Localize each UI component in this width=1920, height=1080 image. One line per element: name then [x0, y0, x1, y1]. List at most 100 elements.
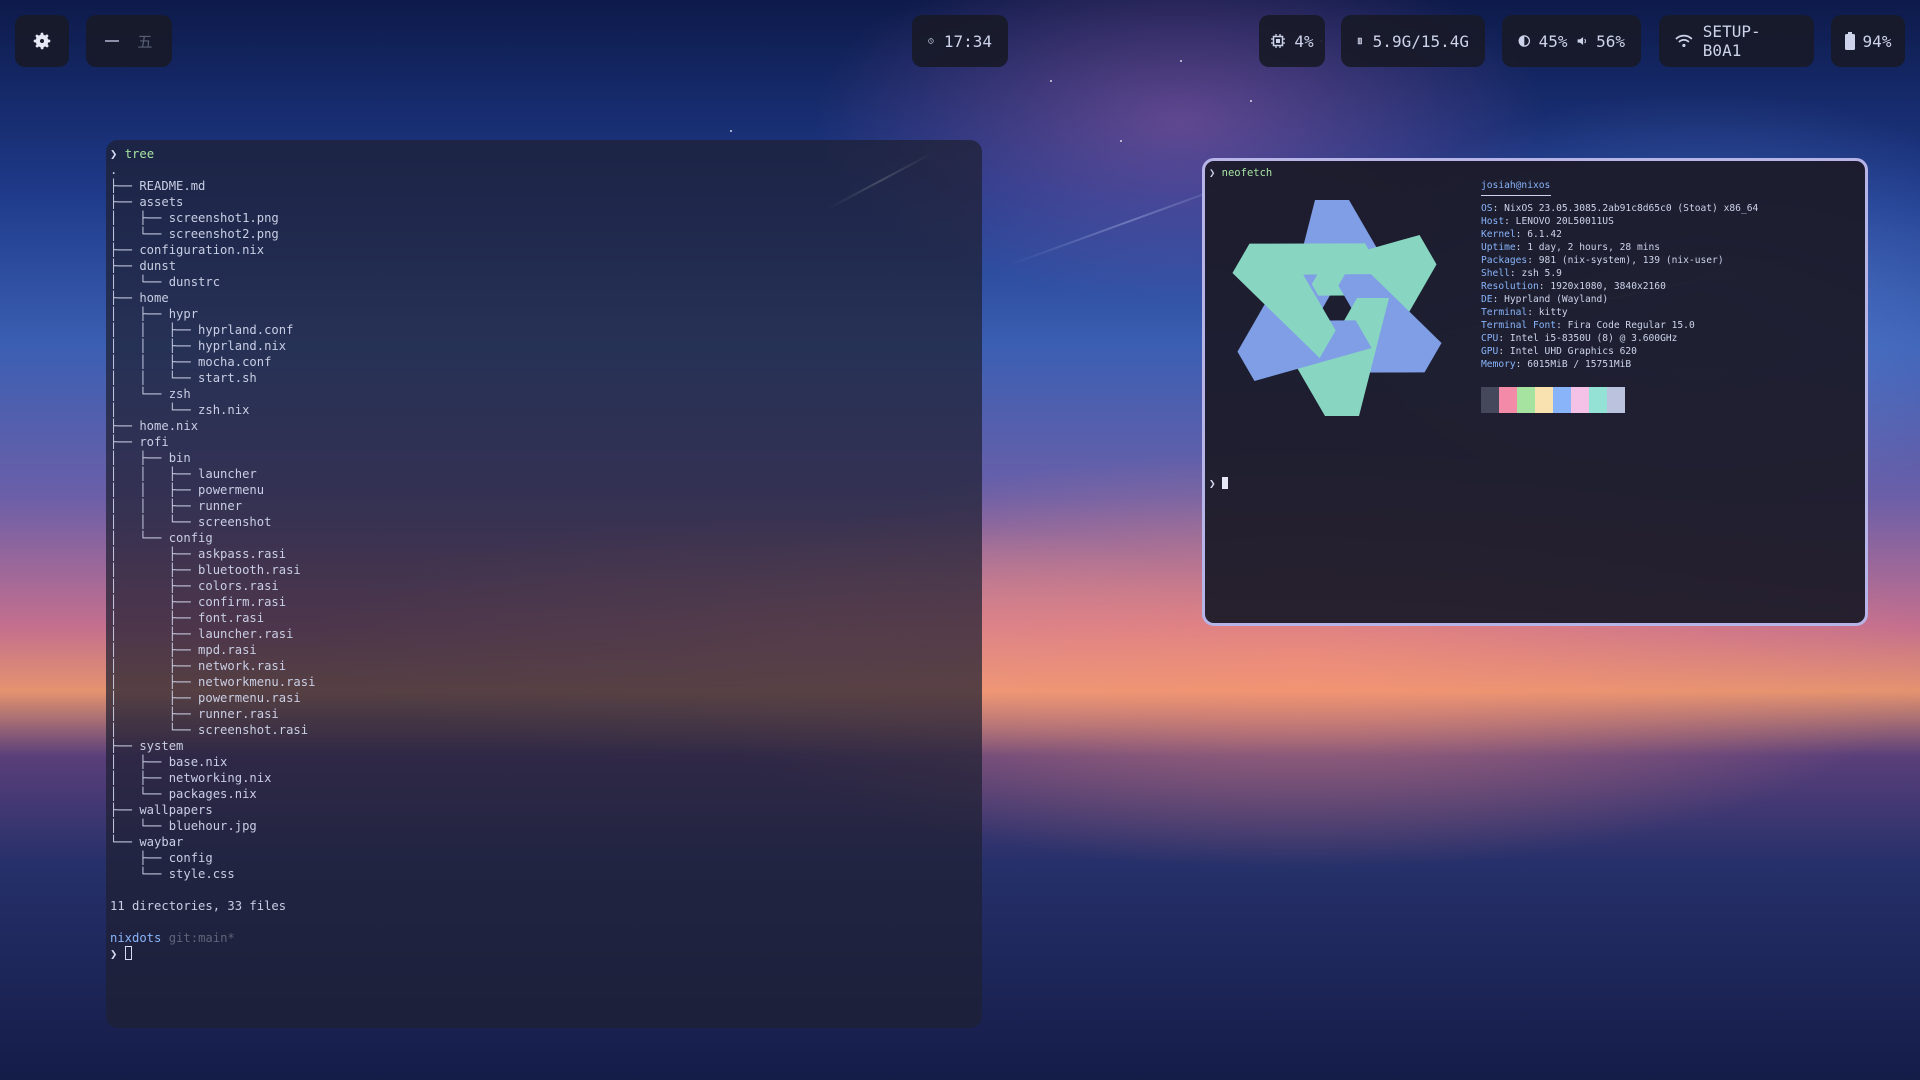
- tree-line: .: [110, 163, 118, 177]
- info-row: DE: Hyprland (Wayland): [1481, 294, 1609, 305]
- neofetch-command: neofetch: [1221, 167, 1273, 179]
- tree-line: ├── dunst: [110, 259, 177, 273]
- tree-line: │ ├── bluetooth.rasi: [110, 563, 301, 577]
- network-ssid: SETUP-B0A1: [1702, 22, 1761, 60]
- star: [1180, 60, 1182, 62]
- tree-line: └── waybar: [110, 835, 184, 849]
- brightness-level[interactable]: 45%: [1539, 32, 1568, 51]
- terminal-cursor[interactable]: [1221, 477, 1228, 489]
- brightness-icon[interactable]: [1518, 33, 1531, 49]
- brightness-volume-module: 45% 56%: [1502, 15, 1641, 67]
- tree-line: │ │ └── screenshot: [110, 515, 272, 529]
- tree-line: │ ├── screenshot1.png: [110, 211, 279, 225]
- info-key: Host: [1481, 216, 1505, 227]
- info-value: 1920x1080, 3840x2160: [1550, 281, 1666, 292]
- tree-line: │ │ ├── mocha.conf: [110, 355, 272, 369]
- info-row: GPU: Intel UHD Graphics 620: [1481, 346, 1637, 357]
- info-row: Terminal Font: Fira Code Regular 15.0: [1481, 320, 1695, 331]
- tree-line: │ └── packages.nix: [110, 787, 257, 801]
- info-value: 981 (nix-system), 139 (nix-user): [1538, 255, 1724, 266]
- tree-line: │ └── config: [110, 531, 213, 545]
- tree-lines: . ├── README.md ├── assets │ ├── screens…: [110, 163, 315, 913]
- workspace-item[interactable]: 五: [137, 31, 152, 52]
- info-key: DE: [1481, 294, 1493, 305]
- tree-line: ├── README.md: [110, 179, 206, 193]
- info-key: CPU: [1481, 333, 1499, 344]
- info-value: LENOVO 20L50011US: [1515, 216, 1614, 227]
- info-key: GPU: [1481, 346, 1499, 357]
- memory-usage: 5.9G/15.4G: [1372, 31, 1469, 51]
- info-value: Intel UHD Graphics 620: [1509, 346, 1637, 357]
- tree-line: ├── config: [139, 851, 213, 865]
- neofetch-input-prompt: ❯: [1209, 477, 1228, 490]
- network-module[interactable]: SETUP-B0A1: [1659, 15, 1814, 67]
- info-row: Packages: 981 (nix-system), 139 (nix-use…: [1481, 255, 1724, 266]
- info-row: Resolution: 1920x1080, 3840x2160: [1481, 281, 1666, 292]
- palette-swatch: [1571, 387, 1589, 413]
- cpu-icon: [1271, 34, 1286, 48]
- tree-line: ├── home: [110, 291, 169, 305]
- info-row: Shell: zsh 5.9: [1481, 268, 1562, 279]
- cpu-module[interactable]: 4%: [1259, 15, 1325, 67]
- wifi-icon: [1675, 34, 1693, 48]
- info-key: Resolution: [1481, 281, 1539, 292]
- tree-output: ❯ tree . ├── README.md ├── assets │ ├── …: [110, 146, 315, 962]
- info-row: Kernel: 6.1.42: [1481, 229, 1562, 240]
- system-info: josiah@nixos OS: NixOS 23.05.3085.2ab91c…: [1481, 179, 1758, 413]
- palette-swatch: [1481, 387, 1499, 413]
- tree-line: ├── system: [110, 739, 184, 753]
- tree-line: ├── rofi: [110, 435, 169, 449]
- star: [1250, 100, 1252, 102]
- info-key: Shell: [1481, 268, 1510, 279]
- info-row: CPU: Intel i5-8350U (8) @ 3.600GHz: [1481, 333, 1678, 344]
- volume-level[interactable]: 56%: [1596, 32, 1625, 51]
- battery-icon: [1844, 32, 1855, 50]
- palette-swatch: [1535, 387, 1553, 413]
- info-key: Terminal Font: [1481, 320, 1557, 331]
- palette-swatch: [1589, 387, 1607, 413]
- tree-line: ├── assets: [110, 195, 184, 209]
- tree-line: │ └── dunstrc: [110, 275, 221, 289]
- tree-line: │ ├── colors.rasi: [110, 579, 279, 593]
- info-value: 6015MiB / 15751MiB: [1527, 359, 1632, 370]
- tree-line: │ ├── bin: [110, 451, 191, 465]
- memory-icon: [1357, 37, 1362, 45]
- clock-module[interactable]: 17:34: [912, 15, 1008, 67]
- tree-line: │ │ ├── hyprland.nix: [110, 339, 287, 353]
- info-lines: OS: NixOS 23.05.3085.2ab91c8d65c0 (Stoat…: [1481, 202, 1758, 371]
- terminal-neofetch-window[interactable]: ❯ neofetch josiah@nixos OS: NixOS 23.05.…: [1202, 158, 1868, 626]
- cpu-usage: 4%: [1294, 31, 1314, 51]
- terminal-cursor[interactable]: [124, 946, 132, 960]
- info-key: Kernel: [1481, 229, 1516, 240]
- tree-line: │ ├── confirm.rasi: [110, 595, 287, 609]
- tree-line: │ ├── mpd.rasi: [110, 643, 257, 657]
- workspaces: 五: [86, 15, 172, 67]
- prompt-arrow: ❯: [1209, 167, 1222, 179]
- tree-line: │ │ ├── powermenu: [110, 483, 265, 497]
- info-value: kitty: [1538, 307, 1568, 318]
- neofetch-prompt: ❯ neofetch: [1209, 167, 1272, 179]
- tree-line: 11 directories, 33 files: [110, 899, 287, 913]
- tree-line: │ └── bluehour.jpg: [110, 819, 257, 833]
- clock-icon: [928, 38, 934, 44]
- info-row: OS: NixOS 23.05.3085.2ab91c8d65c0 (Stoat…: [1481, 203, 1759, 214]
- tree-line: │ │ └── start.sh: [110, 371, 257, 385]
- tree-command: tree: [124, 147, 155, 161]
- info-value: zsh 5.9: [1521, 268, 1562, 279]
- info-key: Packages: [1481, 255, 1528, 266]
- volume-icon[interactable]: [1576, 33, 1589, 49]
- palette-swatch: [1499, 387, 1517, 413]
- color-palette: [1481, 387, 1758, 413]
- tree-line: ├── home.nix: [110, 419, 199, 433]
- battery-module[interactable]: 94%: [1831, 15, 1905, 67]
- palette-swatch: [1607, 387, 1625, 413]
- tree-line: │ ├── network.rasi: [110, 659, 287, 673]
- memory-module[interactable]: 5.9G/15.4G: [1341, 15, 1485, 67]
- info-value: Intel i5-8350U (8) @ 3.600GHz: [1509, 333, 1678, 344]
- launcher-button[interactable]: [15, 15, 69, 67]
- tree-line: │ ├── font.rasi: [110, 611, 265, 625]
- star: [730, 130, 732, 132]
- info-row: Memory: 6015MiB / 15751MiB: [1481, 359, 1632, 370]
- workspace-active[interactable]: [105, 40, 120, 42]
- tree-line: │ └── screenshot2.png: [110, 227, 279, 241]
